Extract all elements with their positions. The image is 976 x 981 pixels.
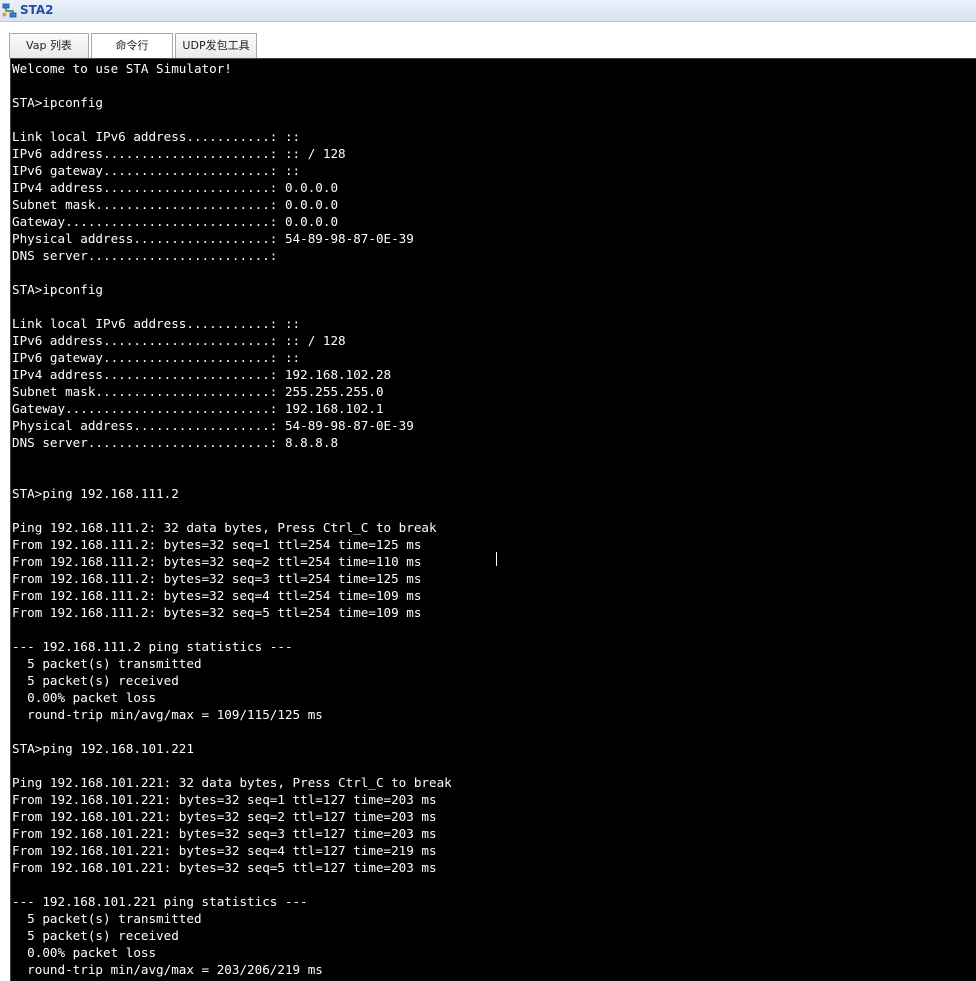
console-line: round-trip min/avg/max = 203/206/219 ms [12, 962, 323, 977]
console-line: From 192.168.111.2: bytes=32 seq=5 ttl=2… [12, 605, 422, 620]
console-line: Gateway...........................: 192.… [12, 401, 384, 416]
console-line: From 192.168.111.2: bytes=32 seq=4 ttl=2… [12, 588, 422, 603]
console-line: From 192.168.101.221: bytes=32 seq=3 ttl… [12, 826, 437, 841]
console-line: From 192.168.101.221: bytes=32 seq=4 ttl… [12, 843, 437, 858]
console-line: Physical address..................: 54-8… [12, 418, 414, 433]
tab-bar: Vap 列表 命令行 UDP发包工具 [0, 22, 976, 59]
console-line: 5 packet(s) received [12, 673, 179, 688]
sta-window: STA2 Vap 列表 命令行 UDP发包工具 Welcome to use S… [0, 0, 976, 981]
console-line: IPv6 gateway......................: :: [12, 350, 301, 365]
text-cursor [496, 552, 497, 566]
console-line: --- 192.168.101.221 ping statistics --- [12, 894, 308, 909]
console-line: round-trip min/avg/max = 109/115/125 ms [12, 707, 323, 722]
console-line: Gateway...........................: 0.0.… [12, 214, 339, 229]
tab-vap-list[interactable]: Vap 列表 [9, 33, 89, 58]
console-line: Ping 192.168.101.221: 32 data bytes, Pre… [12, 775, 452, 790]
network-station-icon [2, 3, 17, 18]
console-output[interactable]: Welcome to use STA Simulator! STA>ipconf… [11, 59, 976, 978]
console-line: STA>ipconfig [12, 95, 103, 110]
console-line: Subnet mask.......................: 255.… [12, 384, 384, 399]
console-line: DNS server........................: 8.8.… [12, 435, 339, 450]
console-line: From 192.168.111.2: bytes=32 seq=3 ttl=2… [12, 571, 422, 586]
console-line: 5 packet(s) transmitted [12, 911, 202, 926]
console-line: 0.00% packet loss [12, 945, 157, 960]
console-line: STA>ipconfig [12, 282, 103, 297]
console-line: From 192.168.101.221: bytes=32 seq=1 ttl… [12, 792, 437, 807]
console-line: IPv4 address......................: 192.… [12, 367, 392, 382]
console-line: From 192.168.111.2: bytes=32 seq=2 ttl=2… [12, 554, 422, 569]
tab-udp-tool[interactable]: UDP发包工具 [175, 33, 257, 58]
title-bar: STA2 [0, 0, 976, 22]
console-line: IPv4 address......................: 0.0.… [12, 180, 339, 195]
console-line: IPv6 address......................: :: /… [12, 333, 346, 348]
console-line: STA>ping 192.168.111.2 [12, 486, 179, 501]
command-console[interactable]: Welcome to use STA Simulator! STA>ipconf… [10, 58, 976, 981]
console-line: Ping 192.168.111.2: 32 data bytes, Press… [12, 520, 437, 535]
console-line: From 192.168.101.221: bytes=32 seq=5 ttl… [12, 860, 437, 875]
tab-label: 命令行 [115, 39, 149, 52]
console-line: From 192.168.111.2: bytes=32 seq=1 ttl=2… [12, 537, 422, 552]
console-line: STA>ping 192.168.101.221 [12, 741, 194, 756]
console-line: 5 packet(s) received [12, 928, 179, 943]
tab-command-line[interactable]: 命令行 [91, 33, 173, 58]
console-line: IPv6 address......................: :: /… [12, 146, 346, 161]
console-line: Link local IPv6 address...........: :: [12, 316, 301, 331]
console-line: Link local IPv6 address...........: :: [12, 129, 301, 144]
console-line: 5 packet(s) transmitted [12, 656, 202, 671]
console-line: DNS server........................: [12, 248, 278, 263]
window-title: STA2 [20, 3, 54, 17]
console-line: Physical address..................: 54-8… [12, 231, 414, 246]
console-line: Welcome to use STA Simulator! [12, 61, 232, 76]
console-line: Subnet mask.......................: 0.0.… [12, 197, 339, 212]
console-line: 0.00% packet loss [12, 690, 157, 705]
console-line: IPv6 gateway......................: :: [12, 163, 301, 178]
tab-label: Vap 列表 [26, 39, 72, 52]
console-line: --- 192.168.111.2 ping statistics --- [12, 639, 293, 654]
tab-label: UDP发包工具 [182, 39, 250, 52]
console-line: From 192.168.101.221: bytes=32 seq=2 ttl… [12, 809, 437, 824]
